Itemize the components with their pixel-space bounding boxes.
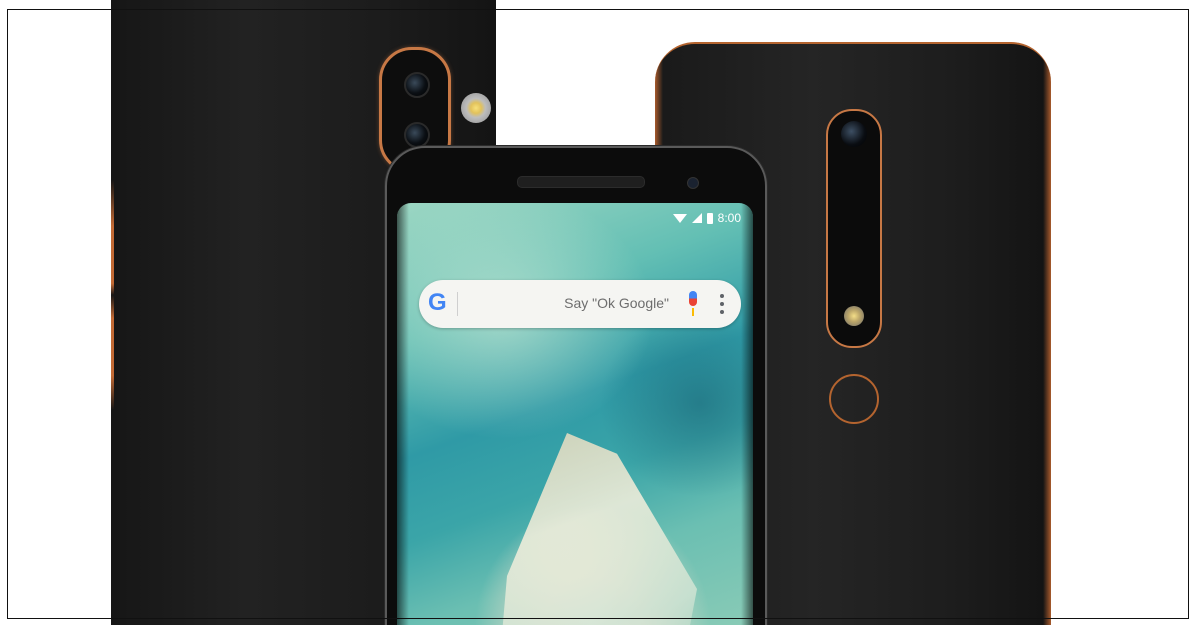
product-photo: 8:00 G Say "Ok Google" — [0, 0, 1196, 625]
camera-lens-icon — [404, 72, 430, 98]
center-phone-front: 8:00 G Say "Ok Google" — [385, 146, 767, 625]
camera-lens-icon — [841, 121, 867, 147]
menu-dot — [720, 294, 724, 298]
menu-dot — [720, 302, 724, 306]
wifi-icon — [672, 213, 687, 223]
earpiece-speaker — [517, 176, 645, 188]
more-vert-icon[interactable] — [720, 294, 724, 314]
status-bar: 8:00 — [672, 211, 741, 225]
signal-icon — [691, 213, 702, 223]
copper-edge-trim — [111, 180, 114, 410]
front-camera-icon — [687, 177, 699, 189]
search-divider — [457, 292, 458, 316]
menu-dot — [720, 310, 724, 314]
search-placeholder[interactable]: Say "Ok Google" — [564, 295, 669, 311]
battery-icon — [706, 212, 713, 224]
camera-lens-icon — [404, 122, 430, 148]
screen-edge — [397, 203, 409, 625]
google-logo-icon[interactable]: G — [428, 290, 447, 316]
camera-module — [826, 109, 882, 348]
screen-edge — [741, 203, 753, 625]
mic-stem — [692, 308, 694, 316]
flash-icon — [461, 93, 491, 123]
flash-icon — [844, 306, 864, 326]
phone-screen: 8:00 G Say "Ok Google" — [397, 203, 753, 625]
mic-body — [689, 291, 697, 306]
status-time: 8:00 — [717, 211, 741, 225]
fingerprint-sensor-icon — [829, 374, 879, 424]
google-search-widget[interactable]: G Say "Ok Google" — [419, 280, 741, 328]
mic-icon[interactable] — [687, 291, 699, 317]
